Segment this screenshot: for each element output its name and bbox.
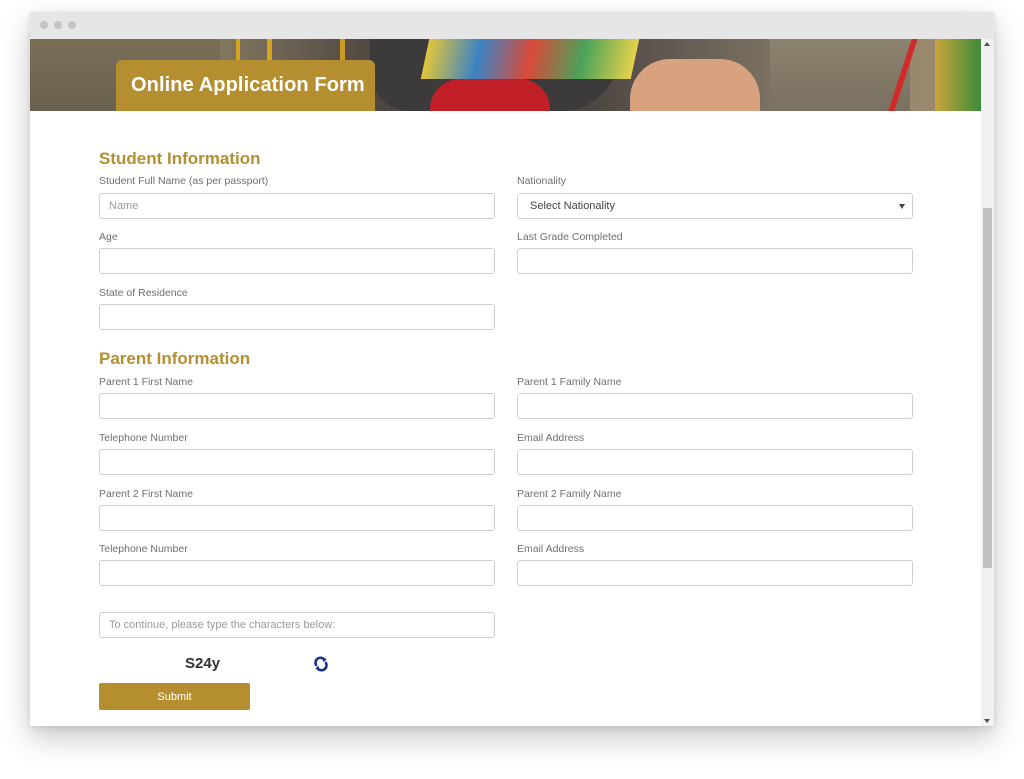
parent2-phone-label: Telephone Number (99, 543, 188, 555)
full-name-input[interactable] (99, 193, 495, 219)
captcha-code: S24y (185, 655, 221, 672)
parent1-family-name-input[interactable] (517, 393, 913, 419)
submit-button[interactable]: Submit (99, 683, 250, 710)
parent1-email-input[interactable] (517, 449, 913, 475)
hero-photo-floor (770, 39, 910, 111)
refresh-icon-svg (314, 656, 328, 672)
window-dot-minimize[interactable] (54, 21, 62, 29)
parent1-phone-label: Telephone Number (99, 432, 188, 444)
parent1-first-name-label: Parent 1 First Name (99, 376, 193, 388)
nationality-selected-value: Select Nationality (530, 200, 615, 212)
full-name-label: Student Full Name (as per passport) (99, 175, 269, 187)
window-titlebar (30, 12, 994, 39)
age-label: Age (99, 231, 118, 243)
parent1-email-label: Email Address (517, 432, 585, 444)
refresh-icon[interactable] (311, 654, 331, 674)
state-label: State of Residence (99, 287, 188, 299)
parent1-phone-input[interactable] (99, 449, 495, 475)
last-grade-label: Last Grade Completed (517, 231, 623, 243)
last-grade-input[interactable] (517, 248, 913, 274)
parent2-phone-input[interactable] (99, 560, 495, 586)
vertical-scrollbar[interactable] (981, 39, 994, 726)
hero-photo-red-chair (430, 79, 550, 111)
hero-photo-right (935, 39, 981, 111)
caret-down-icon (899, 204, 905, 209)
scroll-down-icon[interactable] (984, 719, 990, 723)
parent1-first-name-input[interactable] (99, 393, 495, 419)
window-dot-maximize[interactable] (68, 21, 76, 29)
nationality-select[interactable]: Select Nationality (517, 193, 913, 219)
hero-photo-book (420, 39, 640, 79)
page-title: Online Application Form (116, 60, 375, 111)
window-dot-close[interactable] (40, 21, 48, 29)
parent2-email-label: Email Address (517, 543, 585, 555)
hero-photo-legs (630, 59, 760, 111)
parent1-family-name-label: Parent 1 Family Name (517, 376, 622, 388)
student-section-title: Student Information (99, 149, 261, 168)
browser-window: Online Application Form Student Informat… (30, 12, 994, 726)
state-input[interactable] (99, 304, 495, 330)
parent2-email-input[interactable] (517, 560, 913, 586)
scroll-up-icon[interactable] (984, 42, 990, 46)
parent2-first-name-label: Parent 2 First Name (99, 488, 193, 500)
nationality-label: Nationality (517, 175, 567, 187)
captcha-input[interactable] (99, 612, 495, 638)
scroll-thumb[interactable] (983, 208, 992, 568)
hero-banner: Online Application Form (30, 39, 981, 111)
parent2-first-name-input[interactable] (99, 505, 495, 531)
parent-section-title: Parent Information (99, 349, 251, 368)
age-input[interactable] (99, 248, 495, 274)
parent2-family-name-input[interactable] (517, 505, 913, 531)
parent2-family-name-label: Parent 2 Family Name (517, 488, 622, 500)
